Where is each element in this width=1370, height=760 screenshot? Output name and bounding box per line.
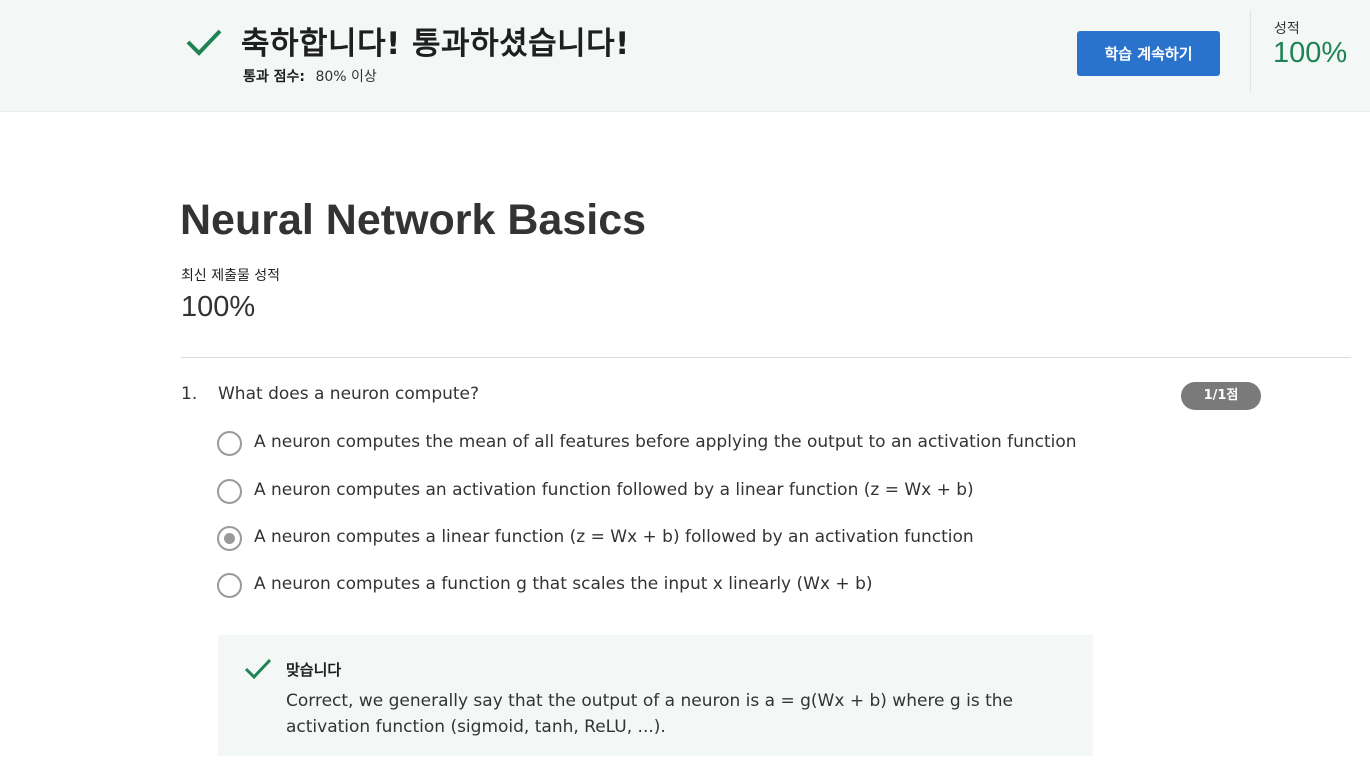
pass-title: 축하합니다! 통과하셨습니다! (241, 26, 630, 62)
radio-button[interactable] (217, 431, 242, 456)
quiz-title: Neural Network Basics (180, 196, 647, 244)
section-divider (181, 357, 1351, 358)
latest-submission-grade: 100% (181, 291, 256, 323)
pass-banner: 축하합니다! 통과하셨습니다! 통과 점수: 80% 이상 학습 계속하기 성적… (0, 0, 1370, 112)
radio-button-checked[interactable] (217, 526, 242, 551)
answer-option-label: A neuron computes the mean of all featur… (254, 432, 1077, 452)
feedback-text: Correct, we generally say that the outpu… (286, 691, 1013, 737)
radio-button[interactable] (217, 573, 242, 598)
passing-score: 통과 점수: 80% 이상 (243, 66, 377, 86)
answer-option-label: A neuron computes a linear function (z =… (254, 527, 974, 547)
question-number: 1. (181, 384, 198, 404)
passing-score-label: 통과 점수: (243, 69, 305, 85)
banner-divider (1250, 10, 1251, 93)
points-badge: 1/1점 (1181, 382, 1261, 410)
question-text: What does a neuron compute? (218, 384, 480, 404)
checkmark-icon (244, 658, 272, 680)
answer-option-label: A neuron computes an activation function… (254, 480, 974, 500)
passing-score-value: 80% 이상 (315, 69, 377, 85)
checkmark-icon (186, 29, 222, 56)
radio-button[interactable] (217, 479, 242, 504)
grade-value: 100% (1273, 37, 1348, 69)
feedback-title: 맞습니다 (286, 661, 342, 679)
latest-submission-label: 최신 제출물 성적 (181, 268, 281, 284)
grade-label: 성적 (1274, 21, 1300, 37)
continue-learning-button[interactable]: 학습 계속하기 (1077, 31, 1220, 76)
answer-option-label: A neuron computes a function g that scal… (254, 574, 873, 594)
feedback-panel: 맞습니다 Correct, we generally say that the … (218, 635, 1093, 756)
